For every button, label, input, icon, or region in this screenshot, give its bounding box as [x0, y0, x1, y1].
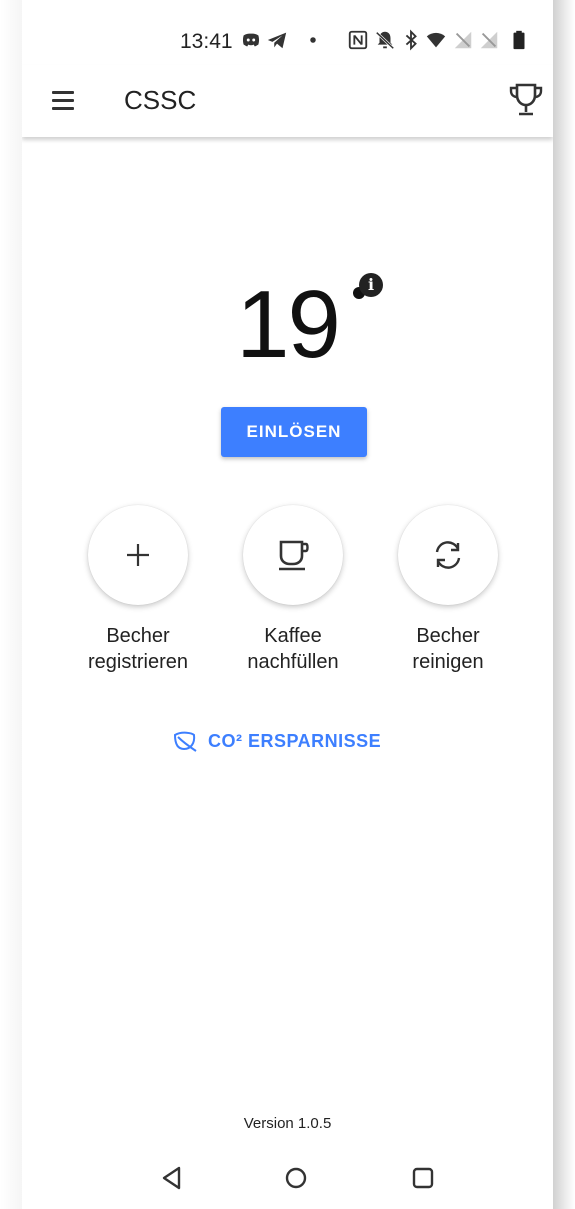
version-text: Version 1.0.5	[243, 1115, 332, 1132]
right-shadow	[553, 0, 575, 1209]
home-icon[interactable]	[280, 1162, 312, 1194]
coffee-cup-icon	[279, 540, 309, 571]
clean-cup-button[interactable]	[398, 505, 498, 605]
no-signal-icon-2	[480, 31, 498, 49]
wifi-icon	[426, 32, 446, 48]
action-clean-cup: Becher reinigen	[378, 505, 518, 675]
redeem-button[interactable]: EINLÖSEN	[221, 407, 367, 457]
register-cup-button[interactable]	[88, 505, 188, 605]
notifications-off-icon	[375, 31, 395, 50]
bluetooth-icon	[405, 29, 417, 51]
register-cup-label-line1: Becher	[106, 625, 170, 647]
action-refill-coffee: Kaffee nachfüllen	[223, 505, 363, 675]
dot-icon	[310, 37, 316, 43]
telegram-icon	[267, 32, 287, 49]
status-time: 13:41	[180, 30, 233, 53]
clean-cup-label-line2: reinigen	[412, 651, 484, 673]
points-number: 19	[236, 271, 341, 378]
register-cup-label-line2: registrieren	[87, 651, 189, 673]
clean-cup-label: Becher reinigen	[378, 623, 518, 675]
nfc-icon	[348, 30, 368, 50]
battery-icon	[513, 30, 525, 50]
leaf-icon	[173, 731, 197, 752]
co2-savings-button[interactable]: CO² ERSPARNISSE	[172, 725, 412, 757]
refill-coffee-button[interactable]	[243, 505, 343, 605]
refresh-icon	[435, 541, 461, 569]
status-bar: 13:41	[22, 22, 553, 60]
register-cup-label: Becher registrieren	[68, 623, 208, 675]
no-signal-icon	[454, 31, 472, 49]
points-value: 19	[236, 270, 341, 380]
trophy-icon[interactable]	[506, 79, 546, 121]
recents-icon[interactable]	[407, 1162, 439, 1194]
app-title: CSSC	[124, 85, 197, 115]
info-icon[interactable]: i	[359, 273, 383, 297]
hamburger-menu-icon[interactable]	[40, 83, 84, 119]
app-bar: CSSC	[22, 65, 553, 137]
co2-savings-label: CO² ERSPARNISSE	[208, 730, 382, 751]
discord-icon	[242, 33, 260, 47]
left-shadow	[0, 0, 22, 1209]
back-icon[interactable]	[156, 1162, 188, 1194]
phone-screen: 13:41 CSSC 19 i EINLÖSEN Becher registri…	[22, 0, 553, 1209]
plus-icon	[127, 544, 149, 566]
action-register-cup: Becher registrieren	[68, 505, 208, 675]
clean-cup-label-line1: Becher	[416, 625, 480, 647]
refill-coffee-label-line2: nachfüllen	[247, 651, 339, 673]
refill-coffee-label: Kaffee nachfüllen	[223, 623, 363, 675]
refill-coffee-label-line1: Kaffee	[264, 625, 322, 647]
system-nav-bar	[22, 1150, 553, 1209]
points-display: 19	[22, 270, 553, 380]
